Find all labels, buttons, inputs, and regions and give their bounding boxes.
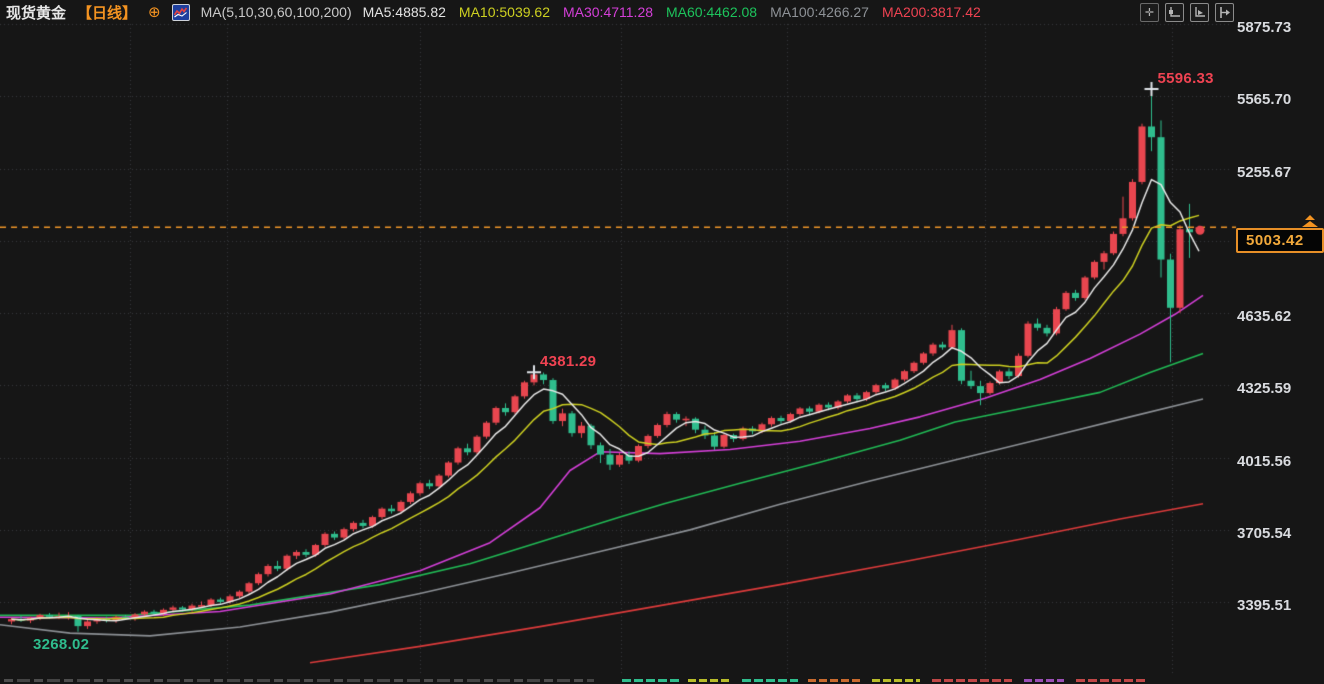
period-selector[interactable]: 【日线】 <box>77 2 137 23</box>
clipped-bottom-axis-text <box>0 677 1324 684</box>
chart-toolbar: ✛ <box>1140 3 1234 22</box>
swing-high-label: 4381.29 <box>540 353 597 371</box>
indicator-chart-icon[interactable] <box>171 3 190 21</box>
chart-header: 现货黄金 【日线】 ⊕ MA(5,10,30,60,100,200) MA5:4… <box>6 0 981 24</box>
axis-scale-left-icon[interactable] <box>1165 3 1184 22</box>
price-axis-label: 5875.73 <box>1237 19 1292 36</box>
swing-low-label: 3268.02 <box>33 635 90 653</box>
ma-legend-item-1: MA5:4885.82 <box>362 4 446 20</box>
price-axis-label: 5255.67 <box>1237 163 1292 181</box>
price-axis-label: 3705.54 <box>1237 524 1292 542</box>
ma-legend-item-4: MA60:4462.08 <box>666 4 758 20</box>
price-axis-label: 4015.56 <box>1237 452 1292 470</box>
pan-icon[interactable]: ✛ <box>1140 3 1159 22</box>
current-price-tag: 5003.42 <box>1236 228 1324 254</box>
add-compare-icon[interactable]: ⊕ <box>148 5 161 20</box>
ma-legend-item-3: MA30:4711.28 <box>562 4 654 20</box>
price-chart-canvas[interactable] <box>0 0 1324 684</box>
axis-scale-right-icon[interactable] <box>1190 3 1209 22</box>
price-axis-label: 4635.62 <box>1237 308 1292 325</box>
symbol-title: 现货黄金 <box>6 4 67 22</box>
swing-high-label: 5596.33 <box>1157 70 1214 88</box>
ma-legend-item-5: MA100:4266.27 <box>770 4 869 20</box>
go-to-latest-icon[interactable] <box>1215 3 1234 22</box>
ma-legend: MA5:4885.82 MA10:5039.62 MA30:4711.28 MA60:… <box>363 4 981 20</box>
ma-settings-label[interactable]: MA(5,10,30,60,100,200) <box>201 4 352 20</box>
price-axis-label: 5565.70 <box>1237 91 1292 109</box>
ma-legend-item-2: MA10:5039.62 <box>458 4 550 20</box>
price-up-arrow-icon <box>1302 215 1318 228</box>
price-axis-label: 3395.51 <box>1237 597 1292 614</box>
current-price-value: 5003.42 <box>1246 232 1304 250</box>
price-axis-label: 4325.59 <box>1237 380 1292 398</box>
ma-legend-item-6: MA200:3817.42 <box>881 4 981 20</box>
